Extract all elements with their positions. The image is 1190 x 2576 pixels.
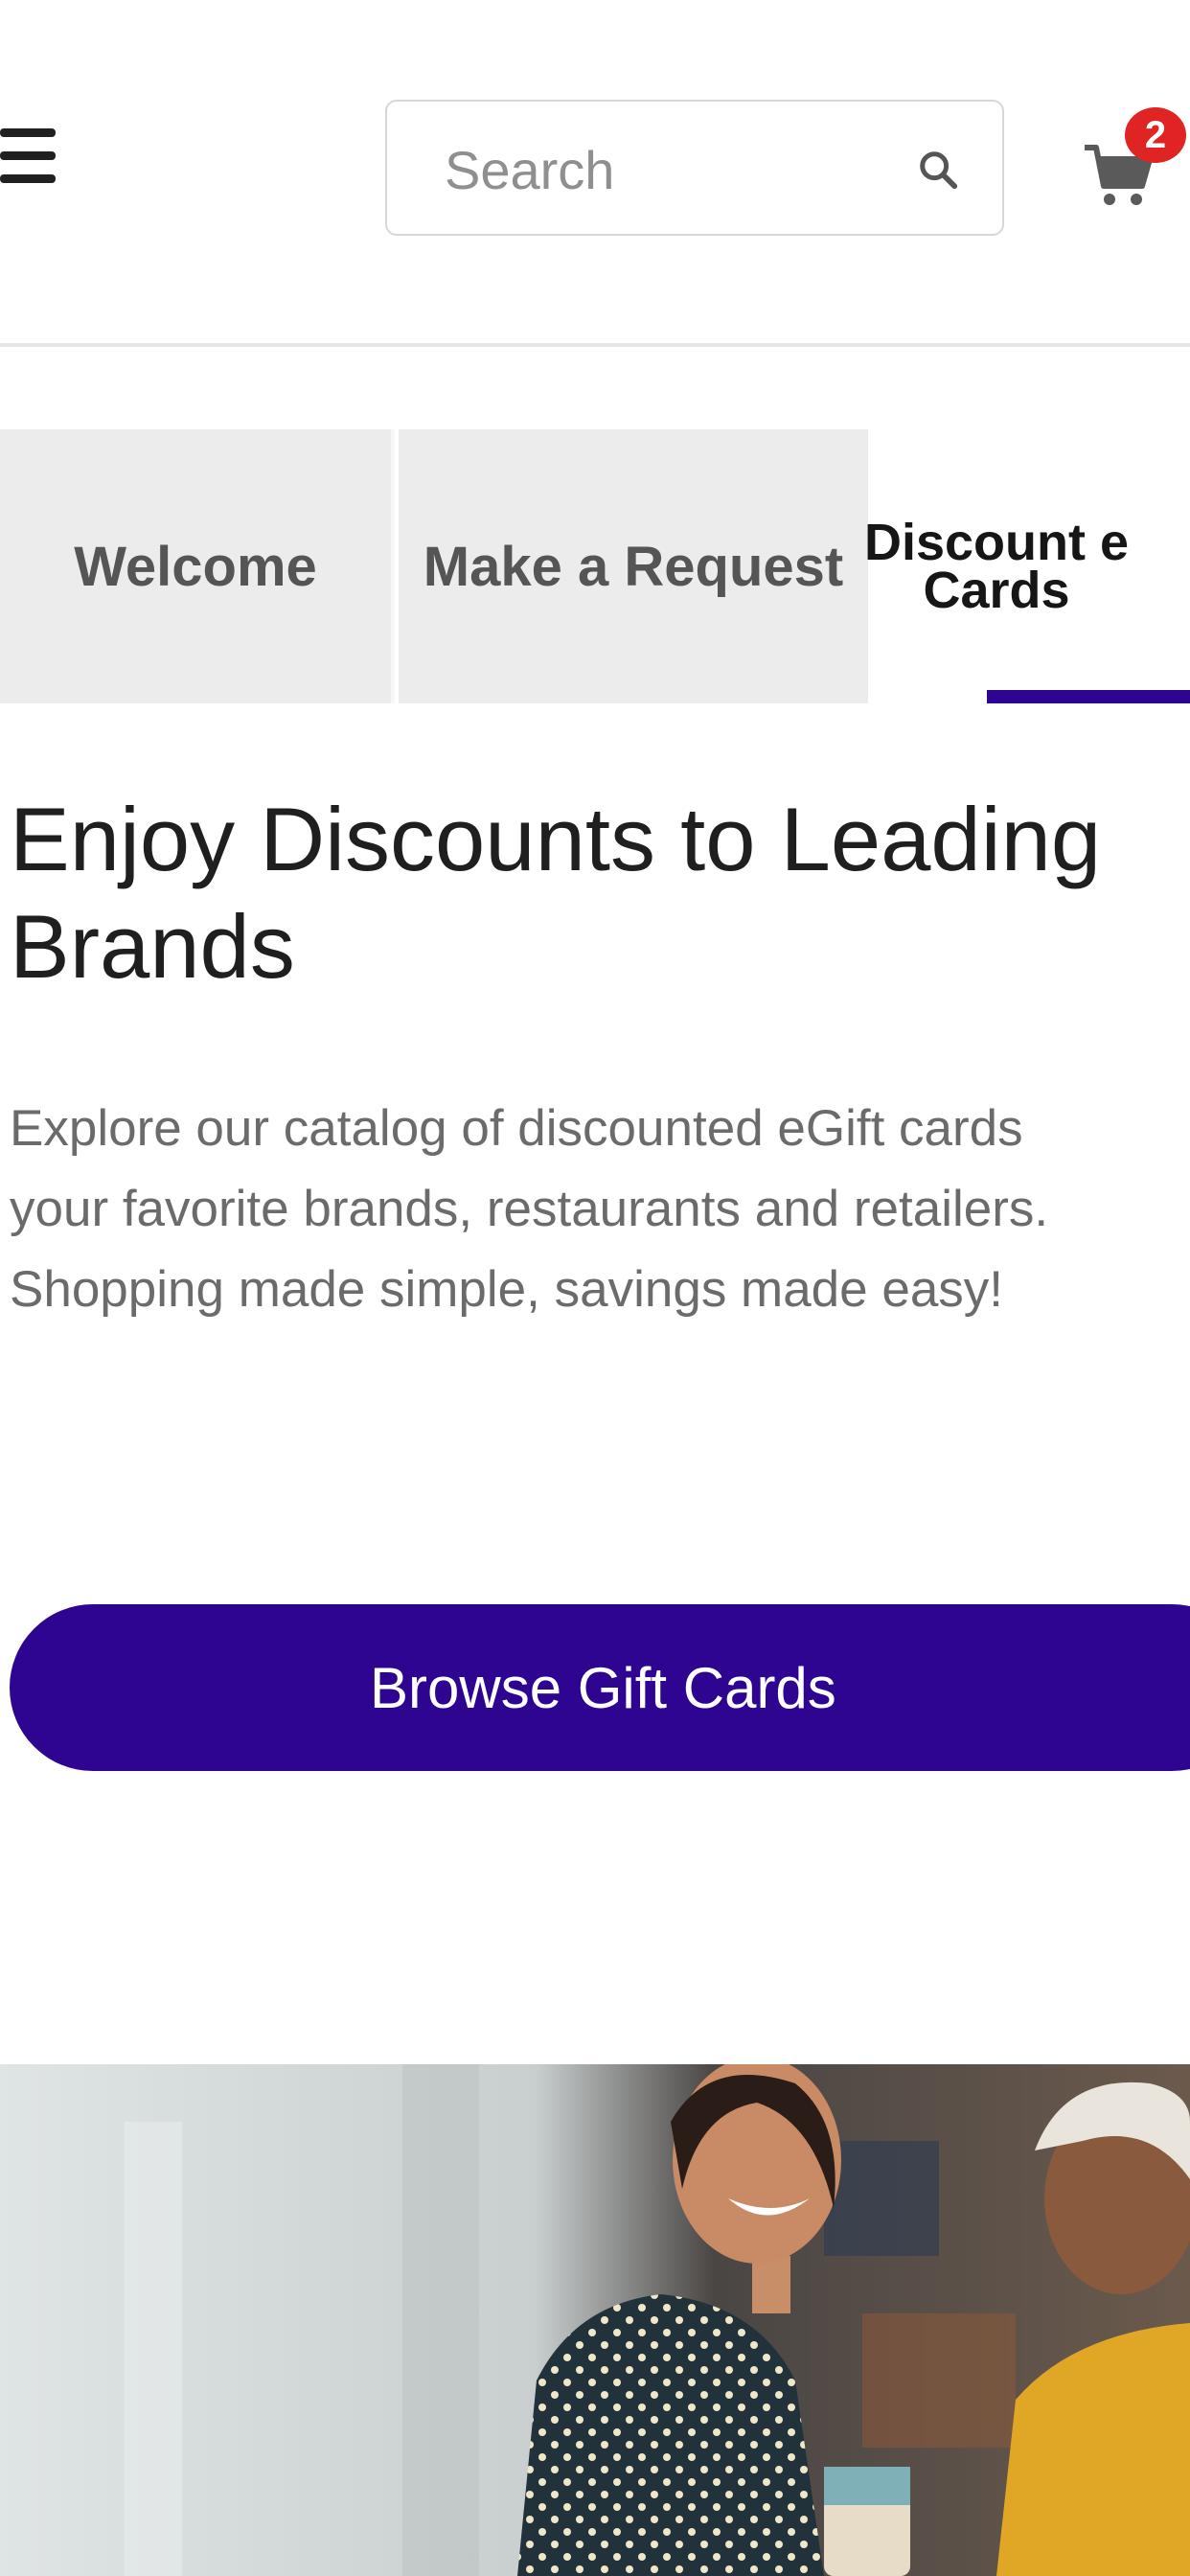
tab-welcome[interactable]: Welcome xyxy=(0,429,395,703)
description-line: your favorite brands, restaurants and re… xyxy=(10,1181,1049,1237)
menu-bar xyxy=(0,128,56,137)
cart-button[interactable]: 2 xyxy=(1081,107,1186,222)
cart-count-badge: 2 xyxy=(1125,107,1186,163)
menu-bar xyxy=(0,151,56,160)
top-header: 2 xyxy=(0,0,1190,347)
tab-label: Make a Request xyxy=(423,535,844,598)
search-icon[interactable] xyxy=(916,148,960,192)
hero-photo xyxy=(0,2064,1190,2576)
tab-discount-egift-cards[interactable]: Discount e Cards xyxy=(864,429,1190,703)
description-line: Shopping made simple, savings made easy! xyxy=(10,1261,1004,1318)
hamburger-menu-icon[interactable] xyxy=(0,128,57,186)
page: 2 Welcome Make a Request Discount e Card… xyxy=(0,0,1190,2576)
header-divider xyxy=(0,343,1190,347)
browse-gift-cards-button[interactable]: Browse Gift Cards xyxy=(10,1604,1190,1771)
search-input[interactable] xyxy=(443,130,887,209)
hero-photo-illustration xyxy=(0,2064,1190,2576)
tab-label: Welcome xyxy=(74,535,317,598)
search-box xyxy=(385,100,1004,236)
page-heading: Enjoy Discounts to Leading Brands xyxy=(10,789,1102,997)
active-tab-indicator xyxy=(987,690,1190,703)
tab-bar: Welcome Make a Request Discount e Cards xyxy=(0,429,1190,703)
tab-label-line: Cards xyxy=(923,562,1070,619)
tab-label-line: Discount e xyxy=(863,514,1130,571)
menu-bar xyxy=(0,174,56,183)
intro-description: Explore our catalog of discounted eGift … xyxy=(10,1089,1190,1330)
description-line: Explore our catalog of discounted eGift … xyxy=(10,1100,1023,1157)
